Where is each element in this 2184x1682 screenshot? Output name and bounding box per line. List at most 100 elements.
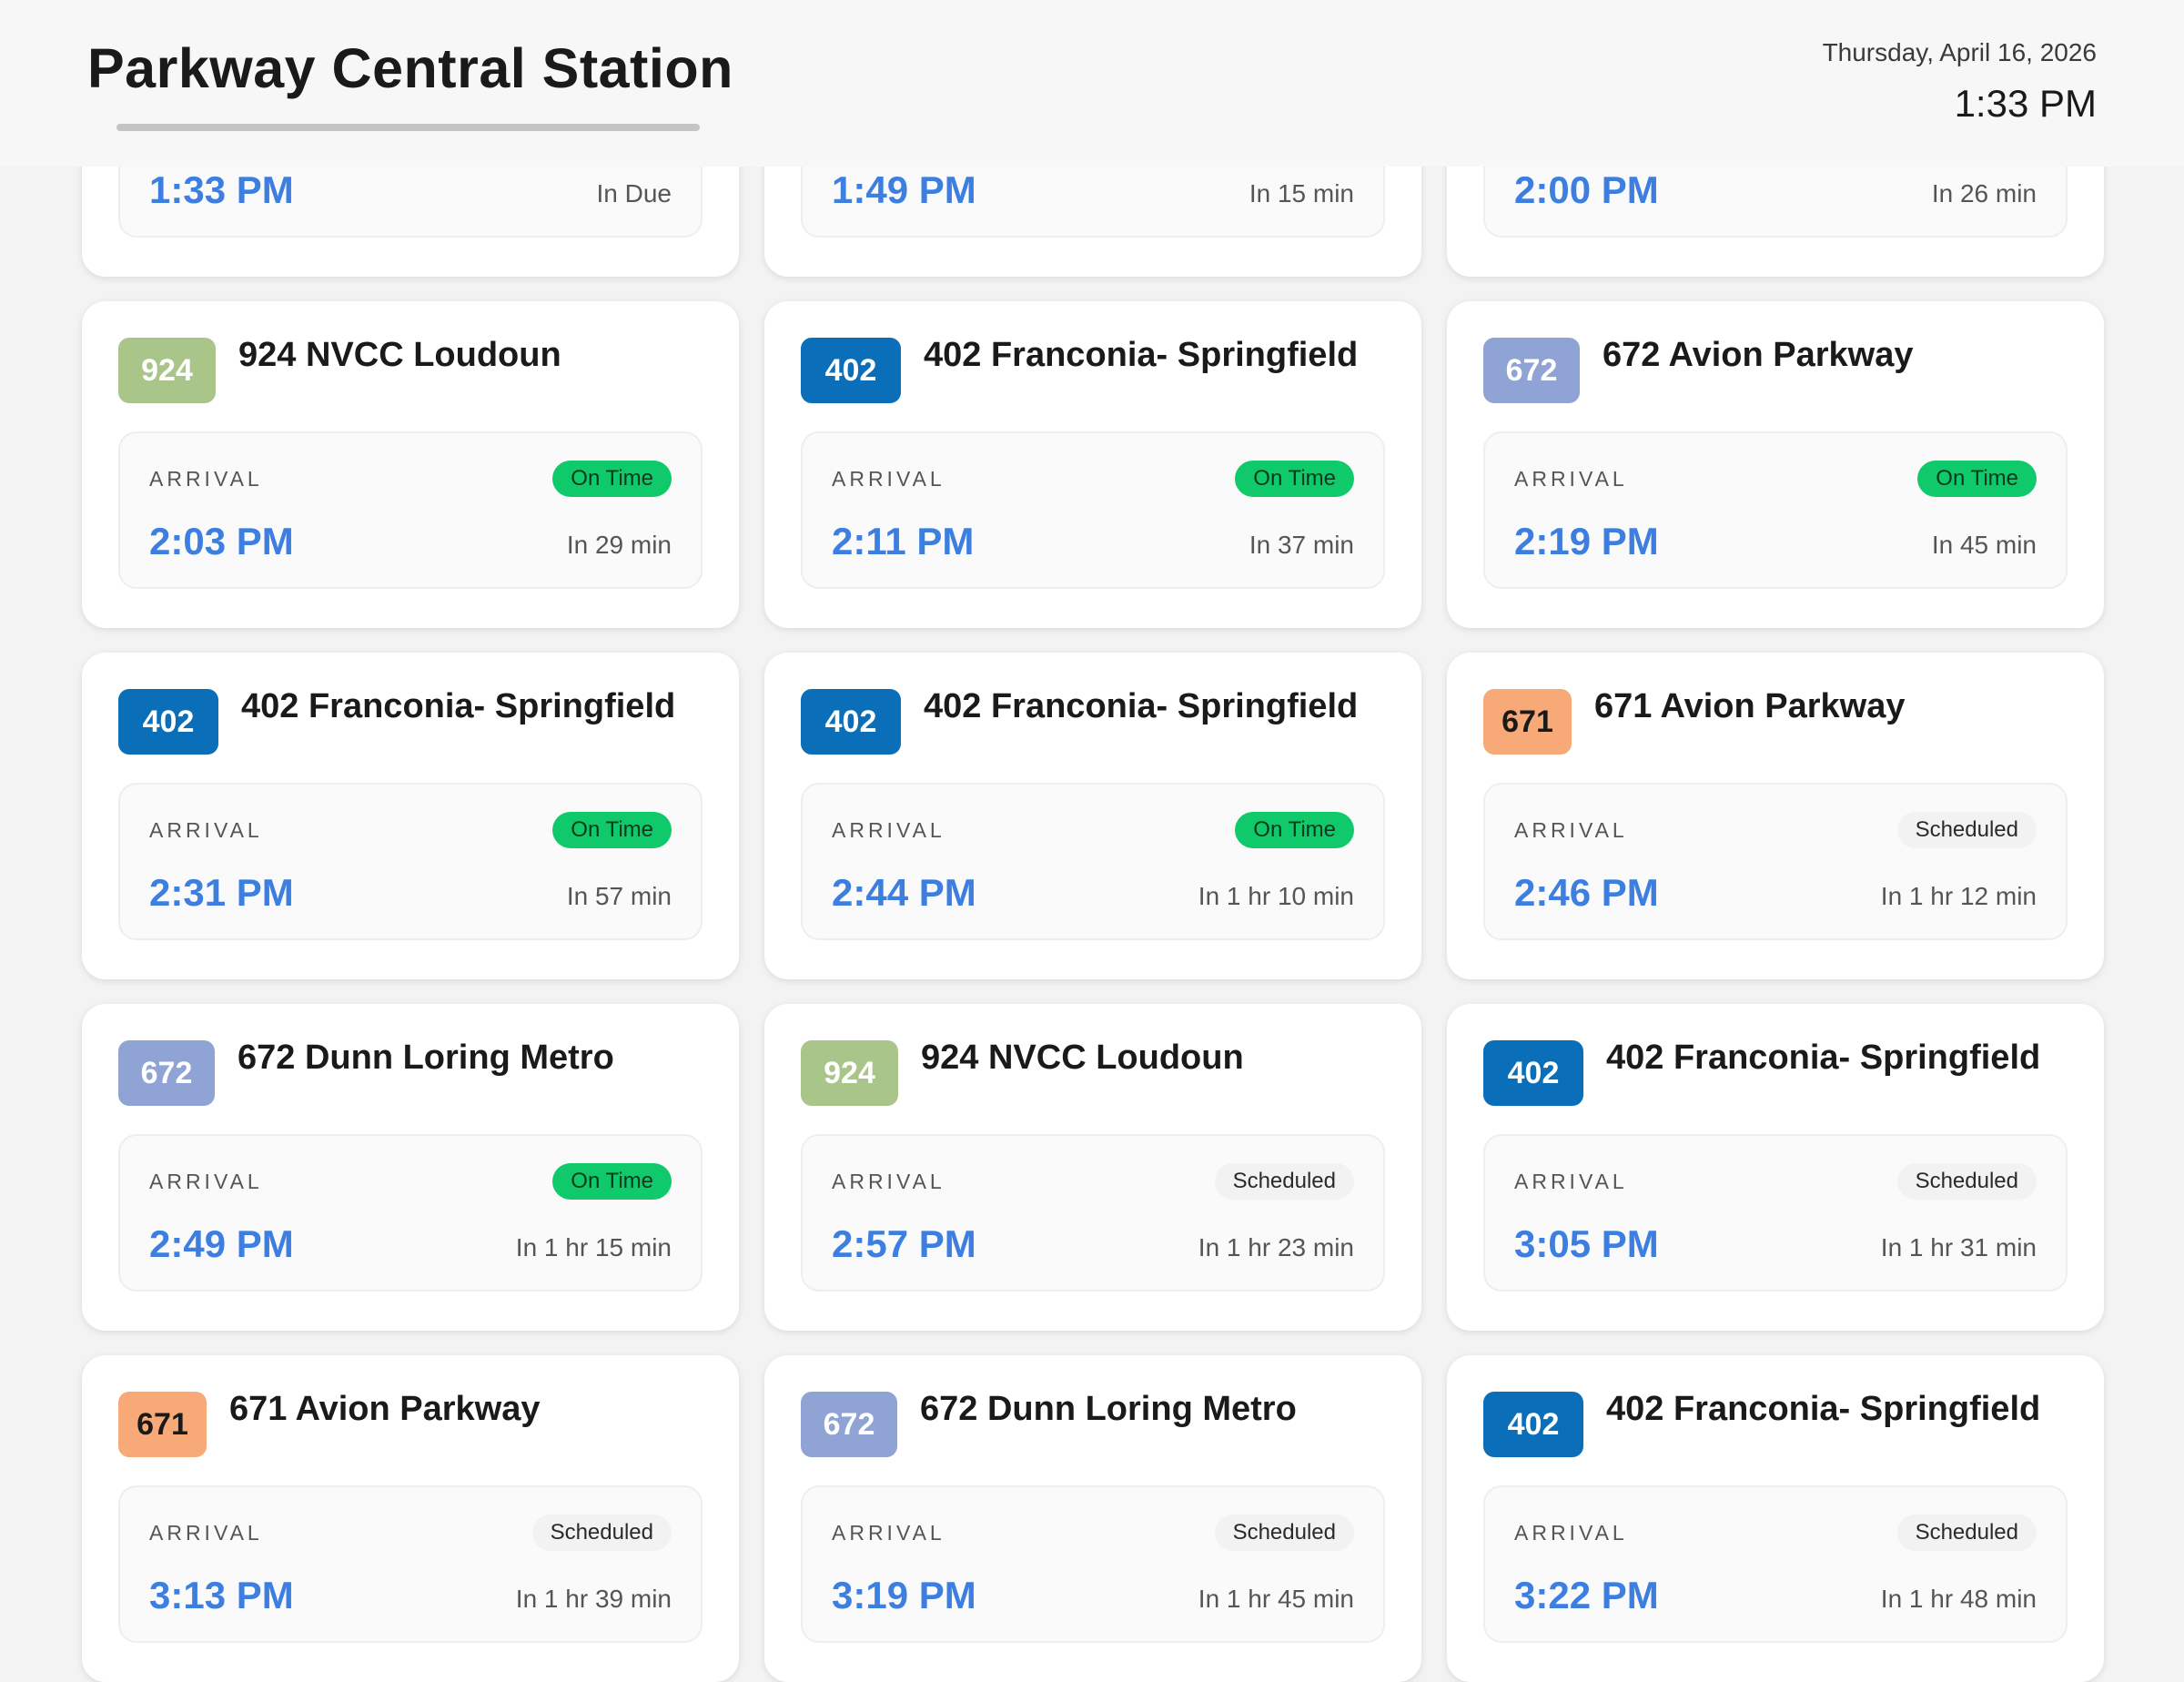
route-name: 671 Avion Parkway [1594, 687, 1906, 725]
arrival-countdown: In 1 hr 31 min [1880, 1233, 2037, 1262]
arrival-panel: ARRIVAL Scheduled 2:46 PM In 1 hr 12 min [1483, 783, 2068, 940]
arrival-time: 2:00 PM [1514, 168, 1659, 211]
status-badge: Scheduled [1896, 812, 2037, 848]
arrival-countdown: In 1 hr 45 min [1198, 1585, 1354, 1613]
arrival-time: 2:44 PM [832, 871, 976, 914]
arrival-panel: ARRIVAL Scheduled 3:05 PM In 1 hr 31 min [1483, 1134, 2068, 1292]
arrival-panel: ARRIVAL On Time 2:19 PM In 45 min [1483, 431, 2068, 589]
arrival-label: ARRIVAL [832, 818, 945, 842]
status-badge: Scheduled [1214, 1163, 1354, 1200]
route-name: 402 Franconia- Springfield [924, 336, 1359, 374]
route-name: 402 Franconia- Springfield [1606, 1390, 2041, 1428]
departure-card[interactable]: 672 672 Avion Parkway ARRIVAL On Time 2:19 P… [1447, 301, 2104, 628]
arrival-countdown: In 1 hr 12 min [1880, 882, 2037, 910]
arrival-panel: ARRIVAL On Time 2:49 PM In 1 hr 15 min [118, 1134, 703, 1292]
route-badge: 672 [118, 1040, 215, 1106]
route-badge: 671 [118, 1392, 207, 1457]
departure-card[interactable]: 672 672 Dunn Loring Metro ARRIVAL Scheduled… [764, 1355, 1421, 1682]
departure-card[interactable]: 402 402 Franconia- Springfield ARRIVAL Sche… [1447, 1004, 2104, 1331]
arrival-label: ARRIVAL [1514, 1521, 1628, 1545]
status-badge: Scheduled [1214, 1515, 1354, 1551]
arrival-time: 2:19 PM [1514, 520, 1659, 562]
arrival-label: ARRIVAL [1514, 467, 1628, 491]
departure-card[interactable]: 402 402 Franconia- Springfield ARRIVAL On T… [764, 301, 1421, 628]
route-name: 402 Franconia- Springfield [1606, 1039, 2041, 1077]
route-name: 402 Franconia- Springfield [924, 687, 1359, 725]
arrival-panel: ARRIVAL Scheduled 3:19 PM In 1 hr 45 min [801, 1485, 1385, 1643]
route-badge: 402 [118, 689, 218, 755]
route-name: 672 Dunn Loring Metro [920, 1390, 1297, 1428]
station-header: Parkway Central Station Thursday, April … [0, 0, 2184, 167]
route-name: 924 NVCC Loudoun [238, 336, 561, 374]
arrival-panel: ARRIVAL Scheduled 3:22 PM In 1 hr 48 min [1483, 1485, 2068, 1643]
arrival-label: ARRIVAL [149, 1170, 263, 1193]
arrival-label: ARRIVAL [149, 1521, 263, 1545]
arrival-countdown: In 45 min [1931, 531, 2037, 559]
status-badge: Scheduled [1896, 1163, 2037, 1200]
route-name: 672 Avion Parkway [1603, 336, 1914, 374]
arrival-countdown: In 15 min [1249, 179, 1354, 208]
arrival-countdown: In 1 hr 10 min [1198, 882, 1354, 910]
arrival-countdown: In 1 hr 48 min [1880, 1585, 2037, 1613]
title-underline [116, 124, 700, 131]
arrival-countdown: In 57 min [566, 882, 672, 910]
arrival-panel: ARRIVAL On Time 2:44 PM In 1 hr 10 min [801, 783, 1385, 940]
route-name: 924 NVCC Loudoun [921, 1039, 1244, 1077]
arrival-time: 1:33 PM [149, 168, 294, 211]
route-name: 402 Franconia- Springfield [241, 687, 676, 725]
arrival-label: ARRIVAL [149, 467, 263, 491]
status-badge: Scheduled [531, 1515, 672, 1551]
departure-card[interactable]: 671 671 Avion Parkway ARRIVAL Scheduled 3:13… [82, 1355, 739, 1682]
current-time: 1:33 PM [1954, 82, 2097, 125]
departure-card[interactable]: 402 402 Franconia- Springfield ARRIVAL Sche… [1447, 1355, 2104, 1682]
arrival-time: 3:19 PM [832, 1574, 976, 1616]
arrival-countdown: In Due [596, 179, 672, 208]
departure-card[interactable]: 924 924 NVCC Loudoun ARRIVAL On Time 2:03 PM… [82, 301, 739, 628]
arrival-countdown: In 1 hr 15 min [515, 1233, 672, 1262]
status-badge: On Time [1917, 461, 2037, 497]
departure-card[interactable]: 402 402 Franconia- Springfield ARRIVAL On T… [82, 653, 739, 979]
route-badge: 402 [801, 689, 901, 755]
departure-card[interactable]: 672 672 Dunn Loring Metro ARRIVAL On Time 2:… [82, 1004, 739, 1331]
route-name: 671 Avion Parkway [229, 1390, 541, 1428]
route-name: 672 Dunn Loring Metro [238, 1039, 614, 1077]
arrival-panel: ARRIVAL On Time 2:03 PM In 29 min [118, 431, 703, 589]
arrival-panel: ARRIVAL Scheduled 2:57 PM In 1 hr 23 min [801, 1134, 1385, 1292]
arrival-time: 3:05 PM [1514, 1222, 1659, 1265]
arrival-time: 3:13 PM [149, 1574, 294, 1616]
arrival-countdown: In 29 min [566, 531, 672, 559]
arrival-time: 1:49 PM [832, 168, 976, 211]
arrival-countdown: In 1 hr 39 min [515, 1585, 672, 1613]
departure-card[interactable]: 671 671 Avion Parkway ARRIVAL Scheduled 2:46… [1447, 653, 2104, 979]
arrival-time: 2:46 PM [1514, 871, 1659, 914]
arrival-label: ARRIVAL [832, 1170, 945, 1193]
route-badge: 402 [1483, 1392, 1583, 1457]
departure-card[interactable]: 402 402 Franconia- Springfield ARRIVAL On T… [764, 653, 1421, 979]
arrival-time: 2:57 PM [832, 1222, 976, 1265]
status-badge: On Time [552, 1163, 672, 1200]
route-badge: 924 [118, 338, 216, 403]
status-badge: On Time [1235, 812, 1354, 848]
arrival-label: ARRIVAL [1514, 818, 1628, 842]
route-badge: 402 [801, 338, 901, 403]
arrival-countdown: In 37 min [1249, 531, 1354, 559]
status-badge: On Time [552, 461, 672, 497]
arrival-time: 2:11 PM [832, 520, 975, 562]
route-badge: 672 [801, 1392, 897, 1457]
arrival-label: ARRIVAL [149, 818, 263, 842]
departure-card[interactable]: 924 924 NVCC Loudoun ARRIVAL Scheduled 2:57 … [764, 1004, 1421, 1331]
current-date: Thursday, April 16, 2026 [1822, 38, 2097, 66]
departures-grid[interactable]: ARRIVAL 1:33 PM In Due ARRIVAL 1:49 PM In 15 … [82, 0, 2104, 1682]
arrival-time: 2:31 PM [149, 871, 294, 914]
arrival-label: ARRIVAL [832, 1521, 945, 1545]
status-badge: Scheduled [1896, 1515, 2037, 1551]
status-badge: On Time [1235, 461, 1354, 497]
page-title: Parkway Central Station [87, 37, 733, 99]
arrival-label: ARRIVAL [1514, 1170, 1628, 1193]
route-badge: 672 [1483, 338, 1580, 403]
arrival-panel: ARRIVAL On Time 2:31 PM In 57 min [118, 783, 703, 940]
arrival-panel: ARRIVAL Scheduled 3:13 PM In 1 hr 39 min [118, 1485, 703, 1643]
arrival-panel: ARRIVAL On Time 2:11 PM In 37 min [801, 431, 1385, 589]
arrival-countdown: In 1 hr 23 min [1198, 1233, 1354, 1262]
arrival-countdown: In 26 min [1931, 179, 2037, 208]
